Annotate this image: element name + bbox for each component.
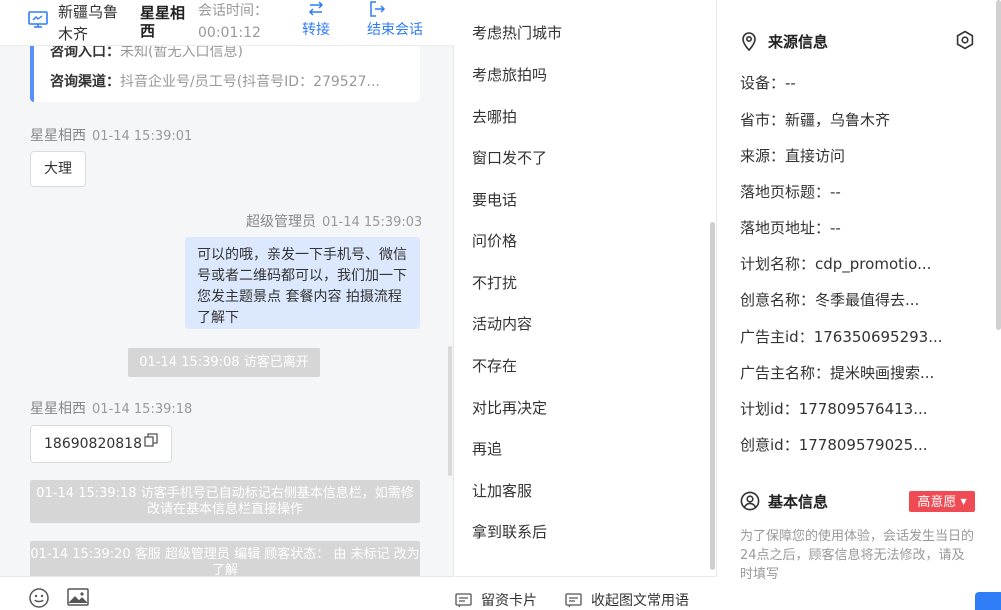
transfer-button[interactable]: 转接 xyxy=(296,0,336,40)
caret-down-icon: ▼ xyxy=(960,497,967,506)
message-meta: 星星相西 01-14 15:39:18 xyxy=(30,401,193,417)
phrase-scrollbar[interactable] xyxy=(710,222,715,570)
consult-channel-row: 咨询渠道：抖音企业号/员工号(抖音号ID：279527... xyxy=(50,74,380,90)
field-creative-id: 创意id：177809579025... xyxy=(740,436,928,454)
field-plan-name: 计划名称：cdp_promotio... xyxy=(740,255,932,273)
message-icon xyxy=(565,592,582,607)
quick-phrase-item[interactable]: 考虑热门城市 xyxy=(472,22,562,44)
quick-phrase-item[interactable]: 让加客服 xyxy=(472,480,532,502)
collapse-phrases-button[interactable]: 收起图文常用语 xyxy=(565,592,689,610)
quick-phrase-item[interactable]: 不存在 xyxy=(472,355,517,377)
quick-phrase-item[interactable]: 要电话 xyxy=(472,189,517,211)
end-session-button[interactable]: 结束会话 xyxy=(362,0,428,40)
chat-header: 新疆乌鲁木齐 星星相西 会话时间： 00:01:12 转接 结束会话 xyxy=(0,0,454,46)
basic-info-title: 基本信息 xyxy=(768,493,829,511)
quick-phrase-item[interactable]: 考虑旅拍吗 xyxy=(472,64,547,86)
intent-tag-dropdown[interactable]: 高意愿 ▼ xyxy=(909,491,975,512)
info-scrollbar[interactable] xyxy=(996,0,1001,330)
lead-card-button[interactable]: 留资卡片 xyxy=(455,592,537,610)
settings-icon[interactable] xyxy=(955,30,975,54)
visitor-location: 新疆乌鲁木齐 xyxy=(58,3,119,43)
quick-phrase-item[interactable]: 问价格 xyxy=(472,230,517,252)
message-meta: 星星相西 01-14 15:39:01 xyxy=(30,128,193,144)
card-icon xyxy=(455,592,472,607)
exit-icon xyxy=(370,1,386,17)
field-creative-name: 创意名称：冬季最值得去... xyxy=(740,291,920,309)
field-landing-url: 落地页地址：-- xyxy=(740,219,841,237)
visitor-message-bubble: 18690820818 xyxy=(30,425,172,463)
quick-phrase-item[interactable]: 拿到联系后 xyxy=(472,521,547,543)
system-notice: 01-14 15:39:08 访客已离开 xyxy=(128,348,320,377)
quick-phrase-item[interactable]: 去哪拍 xyxy=(472,106,517,128)
visitor-info-panel: 来源信息 设备：-- 省市：新疆，乌鲁木齐 来源：直接访问 落地页标题：-- 落… xyxy=(718,0,1001,610)
quick-phrase-panel: 考虑热门城市 考虑旅拍吗 去哪拍 窗口发不了 要电话 问价格 不打扰 活动内容 … xyxy=(455,0,717,610)
source-info-title: 来源信息 xyxy=(768,33,829,51)
chat-scrollbar[interactable] xyxy=(448,346,452,476)
copy-icon[interactable] xyxy=(144,425,158,461)
system-notice: 01-14 15:39:18 访客手机号已自动标记右侧基本信息栏，如需修改请在基… xyxy=(30,480,420,523)
quick-phrase-item[interactable]: 活动内容 xyxy=(472,313,532,335)
emoji-icon[interactable] xyxy=(29,588,49,610)
field-source: 来源：直接访问 xyxy=(740,147,846,165)
system-notice: 01-14 15:39:20 客服 超级管理员 编辑 顾客状态： 由 未标记 改… xyxy=(30,541,420,577)
field-province: 省市：新疆，乌鲁木齐 xyxy=(740,111,891,129)
transfer-icon xyxy=(308,1,324,16)
visitor-message-bubble: 大理 xyxy=(30,151,86,187)
session-time-label: 会话时间： xyxy=(198,3,268,19)
field-device: 设备：-- xyxy=(740,74,796,92)
field-landing-title: 落地页标题：-- xyxy=(740,183,841,201)
quick-phrase-item[interactable]: 对比再决定 xyxy=(472,397,547,419)
quick-phrase-item[interactable]: 窗口发不了 xyxy=(472,147,547,169)
visitor-name: 星星相西 xyxy=(140,4,186,40)
edit-notice: 为了保障您的使用体验，会话发生当日的24点之后，顾客信息将无法修改，请及时填写 xyxy=(740,529,975,582)
agent-message-bubble: 可以的哦，亲发一下手机号、微信号或者二维码都可以，我们加一下您发主题景点 套餐内… xyxy=(185,237,420,329)
user-icon xyxy=(740,491,760,515)
message-meta: 超级管理员 01-14 15:39:03 xyxy=(246,214,423,230)
field-advertiser-name: 广告主名称：提米映画搜索... xyxy=(740,364,935,382)
quick-phrase-item[interactable]: 再追 xyxy=(472,438,502,460)
image-icon[interactable] xyxy=(67,588,89,610)
field-advertiser-id: 广告主id：176350695293... xyxy=(740,328,943,346)
session-time-value: 00:01:12 xyxy=(198,25,261,41)
monitor-icon xyxy=(28,11,48,29)
field-plan-id: 计划id：177809576413... xyxy=(740,400,928,418)
location-pin-icon xyxy=(740,31,758,55)
corner-chat-button[interactable] xyxy=(975,592,1001,610)
quick-phrase-item[interactable]: 不打扰 xyxy=(472,272,517,294)
chat-panel: 咨询入口：未知(暂无入口信息) 咨询渠道：抖音企业号/员工号(抖音号ID：279… xyxy=(0,0,454,610)
